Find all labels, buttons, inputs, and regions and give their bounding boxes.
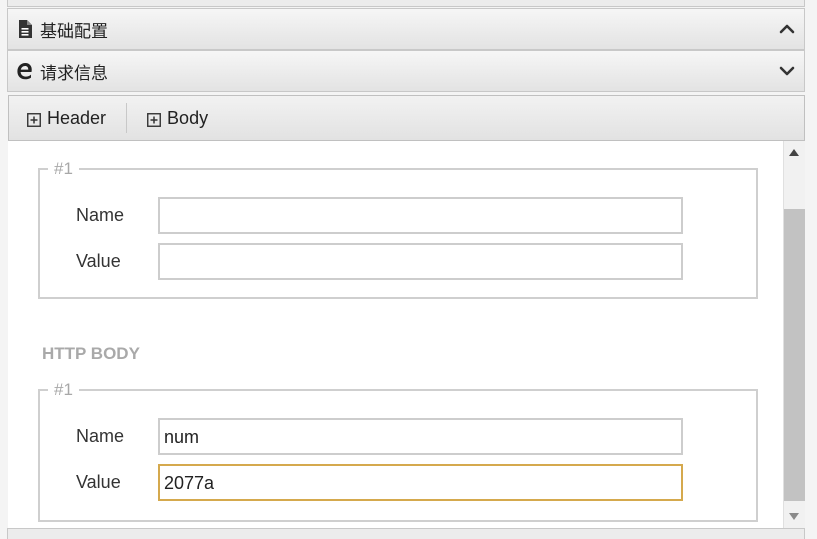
panel-title: 请求信息	[40, 63, 108, 84]
chevron-down-icon[interactable]	[778, 62, 796, 80]
edge-e-icon	[16, 61, 34, 81]
document-icon	[16, 19, 34, 39]
add-body-button[interactable]: Body	[127, 96, 220, 140]
name-label: Name	[76, 205, 125, 225]
body-name-input[interactable]	[158, 418, 683, 455]
entry-legend: #1	[54, 380, 73, 399]
value-row: Value	[76, 464, 683, 501]
previous-panel-edge	[7, 0, 805, 7]
name-label: Name	[76, 426, 125, 446]
name-row: Name	[76, 418, 683, 455]
header-value-input[interactable]	[158, 243, 683, 280]
scroll-down-arrow-icon[interactable]	[789, 513, 799, 520]
panel-title: 基础配置	[40, 21, 108, 42]
plus-box-icon	[147, 111, 161, 127]
vertical-scrollbar[interactable]	[783, 141, 805, 528]
panel-header-request-info[interactable]: 请求信息	[7, 50, 805, 92]
value-row: Value	[76, 243, 683, 280]
scroll-up-arrow-icon[interactable]	[789, 149, 799, 156]
request-toolbar: Header Body	[8, 95, 805, 141]
panel-header-basic-config[interactable]: 基础配置	[7, 8, 805, 50]
add-body-label: Body	[167, 107, 209, 128]
chevron-up-icon[interactable]	[778, 20, 796, 38]
header-name-input[interactable]	[158, 197, 683, 234]
app-window: 基础配置 请求信息 Header Body #1 Name Value HTTP…	[0, 0, 817, 539]
entry-legend: #1	[54, 159, 73, 178]
body-entry: #1 Name Value	[38, 380, 758, 522]
body-value-input[interactable]	[158, 464, 683, 501]
add-header-label: Header	[47, 107, 107, 128]
request-content-area: #1 Name Value HTTP BODY #1 Name Value	[8, 141, 783, 528]
name-row: Name	[76, 197, 683, 234]
scrollbar-thumb[interactable]	[784, 209, 805, 501]
header-entry: #1 Name Value	[38, 159, 758, 299]
http-body-title: HTTP BODY	[42, 344, 140, 363]
value-label: Value	[76, 472, 121, 492]
plus-box-icon	[27, 111, 41, 127]
value-label: Value	[76, 251, 121, 271]
add-header-button[interactable]: Header	[9, 96, 118, 140]
next-panel-edge	[7, 528, 805, 539]
